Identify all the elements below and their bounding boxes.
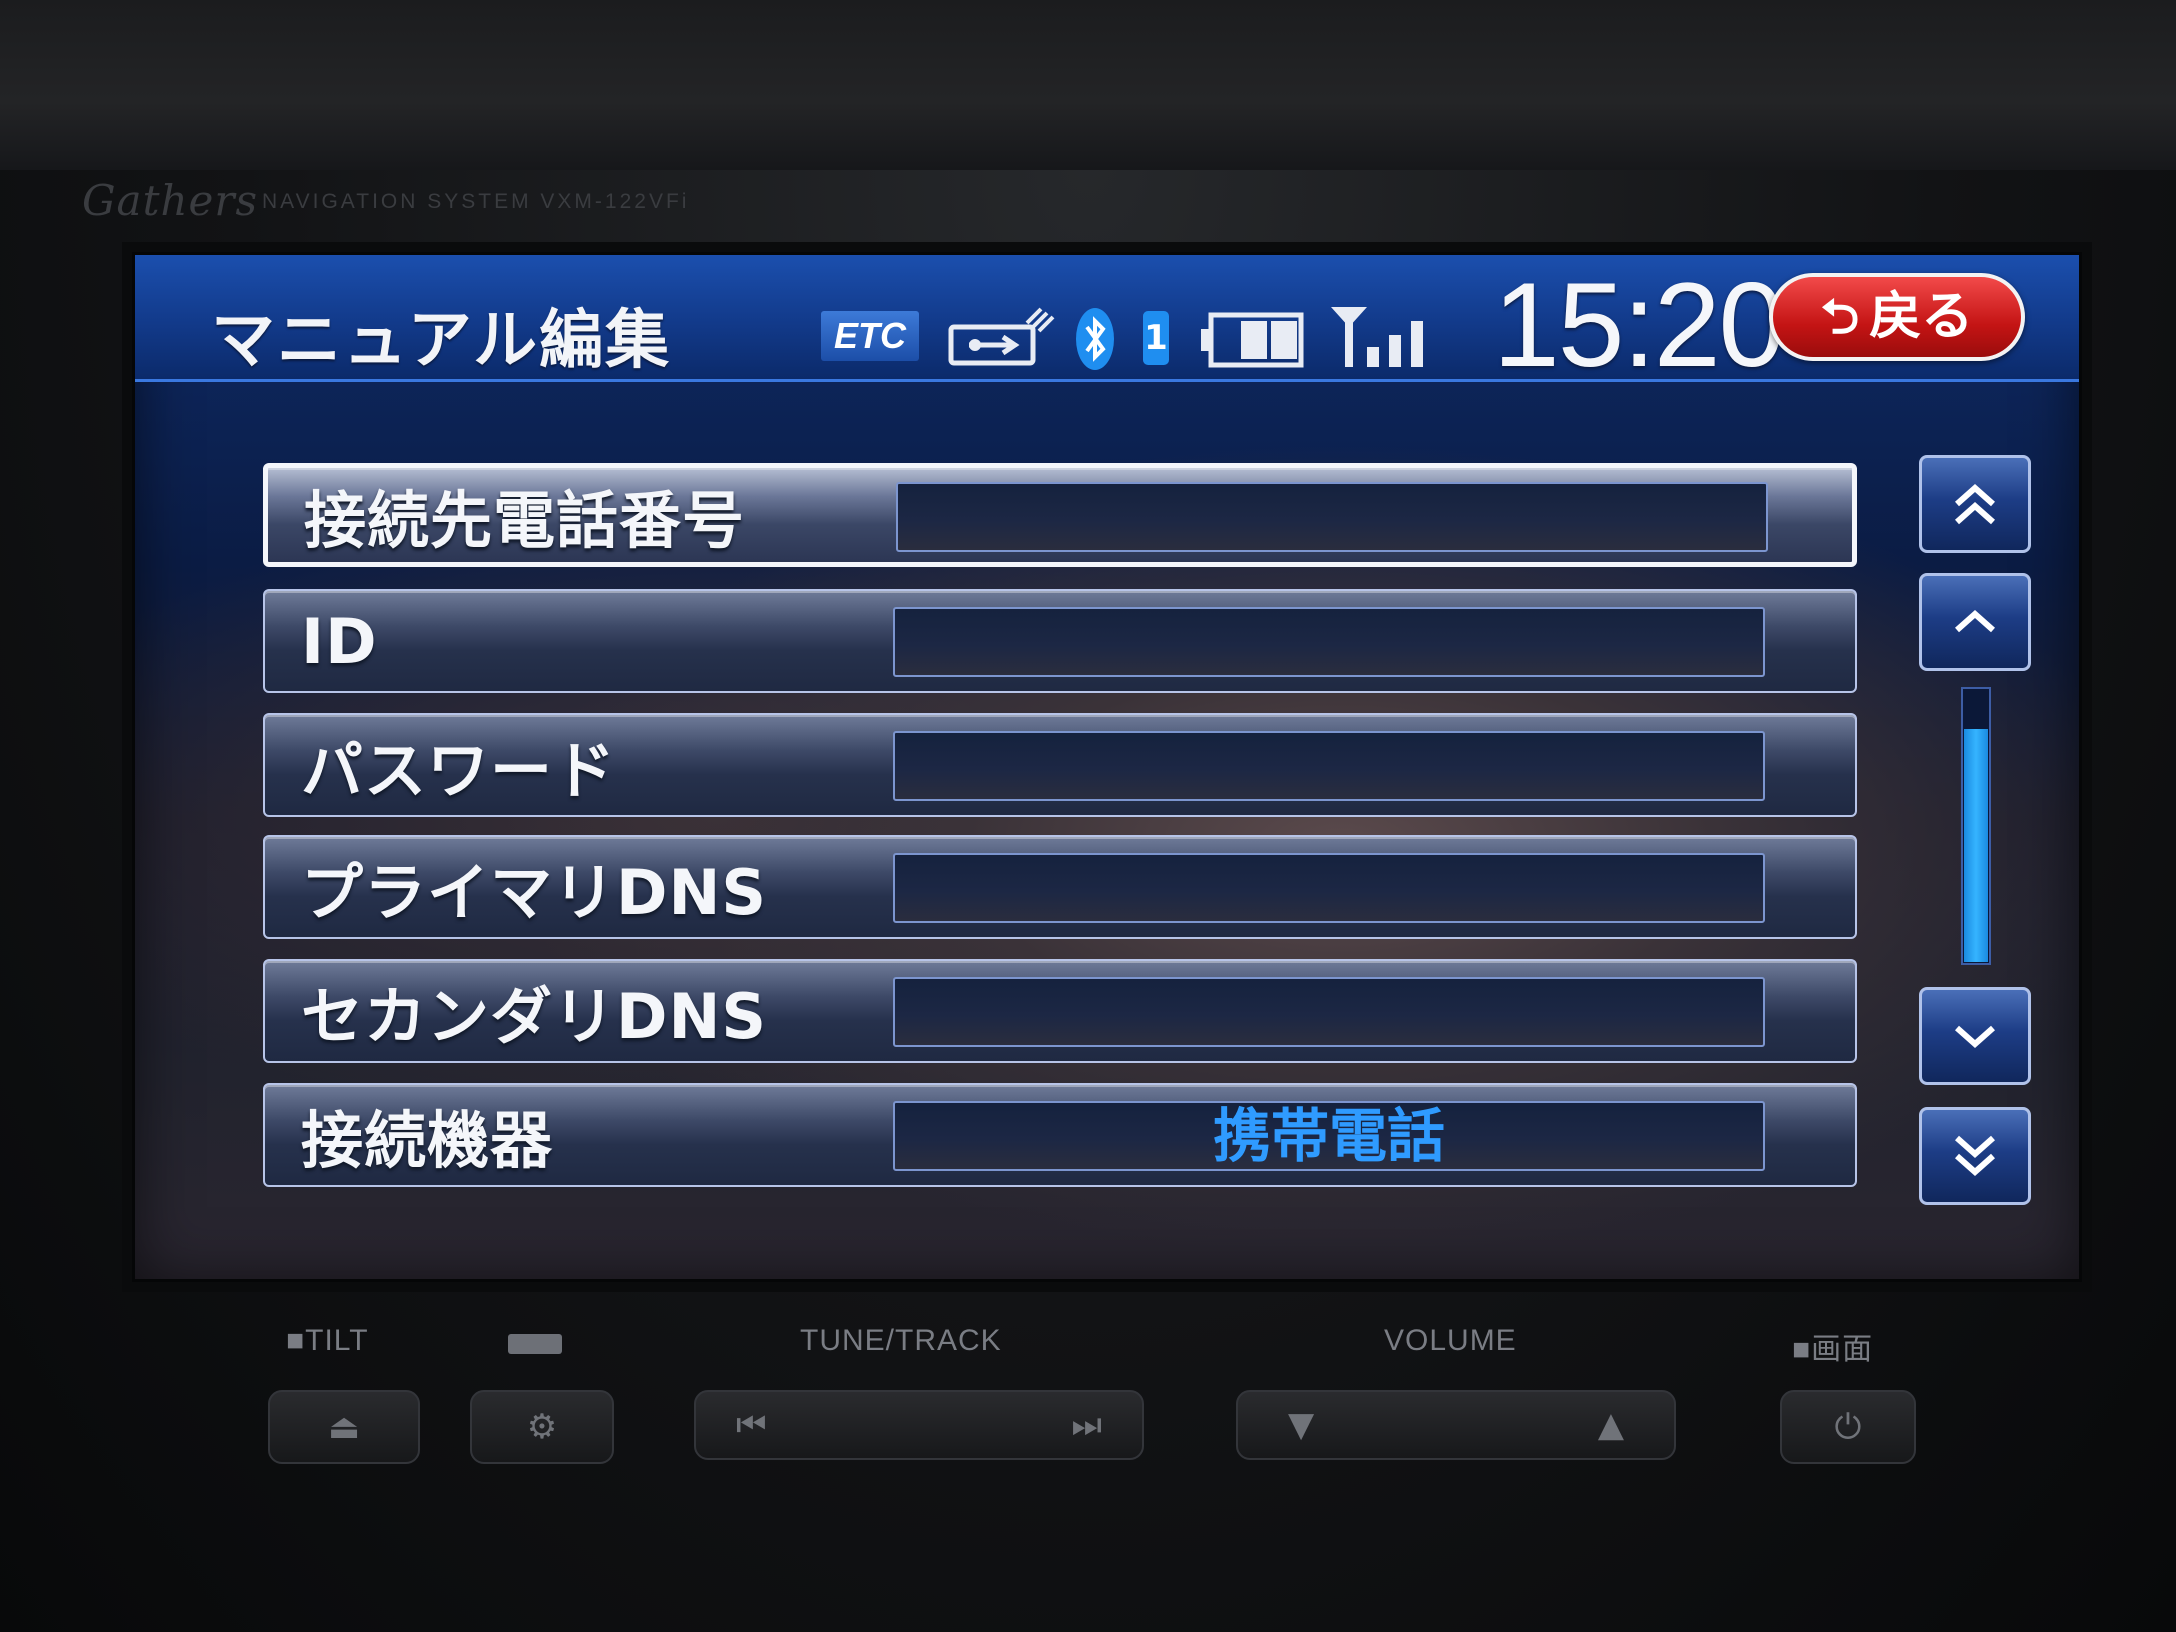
row-value-field [893,853,1765,923]
chevron-up-icon [1955,609,1995,633]
row-value-field [893,977,1765,1047]
display-screen: マニュアル編集 ETC 1 15:20 ⮌ 戻る 接続先電話番号 ID パスワー… [132,252,2082,1282]
volume-label: VOLUME [1384,1324,1517,1357]
settings-hardware-button[interactable]: ⚙ [470,1390,614,1464]
battery-icon [1201,312,1304,368]
gear-icon: ⚙ [526,1407,558,1447]
page-up-button[interactable] [1919,455,2031,553]
back-button-label: 戻る [1869,287,1974,347]
volume-down-icon: ▼ [1288,1405,1315,1445]
usb-connection-icon [948,307,1055,366]
row-primary-dns[interactable]: プライマリDNS [263,835,1857,939]
bluetooth-device-badge: 1 [1143,311,1169,365]
chevron-down-icon [1955,1025,1995,1049]
header-bar: マニュアル編集 ETC 1 15:20 ⮌ 戻る [135,255,2079,392]
eject-icon: ⏏ [327,1407,361,1447]
row-value-field: 携帯電話 [893,1101,1765,1171]
row-label: ID [301,604,378,678]
bezel-top [0,0,2176,170]
row-label: 接続機器 [301,1104,554,1177]
clock-time: 15:20 [1493,258,1785,392]
power-icon: ⏻ [1834,1407,1862,1447]
eject-button[interactable]: ⏏ [268,1390,420,1464]
tune-track-rocker[interactable]: ⏮ ⏭ [694,1390,1144,1460]
return-arrow-icon: ⮌ [1820,289,1860,345]
row-secondary-dns[interactable]: セカンダリDNS [263,959,1857,1063]
brand-logo: Gathers [82,176,259,225]
scroll-up-button[interactable] [1919,573,2031,671]
row-connection-phone-number[interactable]: 接続先電話番号 [263,463,1857,567]
page-title: マニュアル編集 [211,304,672,378]
row-label: パスワード [301,734,617,807]
next-track-icon: ⏭ [1071,1405,1102,1445]
row-connected-device[interactable]: 接続機器 携帯電話 [263,1083,1857,1187]
row-label: プライマリDNS [301,856,768,929]
screen-label: ■画面 [1792,1333,1874,1366]
double-chevron-up-icon [1955,483,1995,525]
model-label: NAVIGATION SYSTEM VXM-122VFi [262,190,690,213]
volume-rocker[interactable]: ▼ ▲ [1236,1390,1676,1460]
row-value-field [893,731,1765,801]
double-chevron-down-icon [1955,1135,1995,1177]
scroll-down-button[interactable] [1919,987,2031,1085]
power-button[interactable]: ⏻ [1780,1390,1916,1464]
scrollbar-thumb[interactable] [1964,729,1988,962]
previous-track-icon: ⏮ [736,1405,767,1445]
page-down-button[interactable] [1919,1107,2031,1205]
camera-indicator-icon [508,1334,562,1354]
back-button[interactable]: ⮌ 戻る [1769,273,2025,361]
row-value-field [896,482,1768,552]
etc-status-badge: ETC [821,311,919,361]
signal-strength-icon [1331,307,1423,367]
volume-up-icon: ▲ [1597,1405,1624,1445]
bluetooth-icon [1076,308,1114,370]
row-value-field [893,607,1765,677]
row-id[interactable]: ID [263,589,1857,693]
tune-track-label: TUNE/TRACK [800,1324,1002,1357]
row-label: セカンダリDNS [301,980,768,1053]
tilt-label: ■TILT [286,1324,369,1357]
row-password[interactable]: パスワード [263,713,1857,817]
row-label: 接続先電話番号 [304,484,746,557]
